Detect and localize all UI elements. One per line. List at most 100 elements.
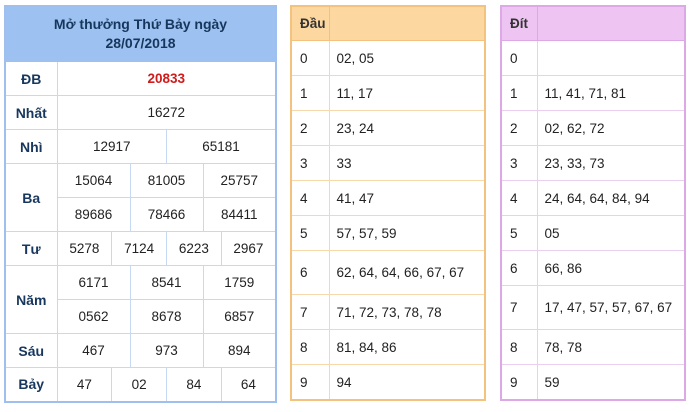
- prize-number: 2967: [220, 231, 277, 266]
- dit-values: 66, 86: [536, 250, 686, 286]
- prize-number: 894: [202, 333, 277, 368]
- dau-key: 3: [290, 145, 330, 181]
- dit-row: 4 24, 64, 64, 84, 94: [500, 180, 686, 216]
- dit-row: 2 02, 62, 72: [500, 110, 686, 146]
- dit-key: 5: [500, 215, 538, 251]
- dau-values: 94: [328, 364, 486, 401]
- prize-row-nam: Năm 6171 8541 1759: [4, 265, 277, 334]
- dit-values: 05: [536, 215, 686, 251]
- dit-row: 1 11, 41, 71, 81: [500, 75, 686, 111]
- results-header: Mở thưởng Thứ Bảy ngày 28/07/2018: [4, 5, 277, 62]
- prize-number: 16272: [56, 95, 277, 130]
- dau-key: 4: [290, 180, 330, 216]
- dau-key: 9: [290, 364, 330, 401]
- dit-values: 11, 41, 71, 81: [536, 75, 686, 111]
- prize-label: Năm: [4, 265, 58, 334]
- prize-number: 8541: [129, 265, 204, 300]
- dit-row: 9 59: [500, 364, 686, 401]
- dau-values: 33: [328, 145, 486, 181]
- dau-values: 11, 17: [328, 75, 486, 111]
- prize-row-nhi: Nhì 12917 65181: [4, 129, 277, 164]
- dit-header: Đít: [500, 5, 538, 41]
- dau-key: 0: [290, 40, 330, 76]
- prize-number: 6223: [166, 231, 222, 266]
- dit-row: 3 23, 33, 73: [500, 145, 686, 181]
- prize-number: 64: [220, 367, 277, 402]
- dau-row: 7 71, 72, 73, 78, 78: [290, 294, 486, 330]
- dau-row: 4 41, 47: [290, 180, 486, 216]
- dau-values: 23, 24: [328, 110, 486, 146]
- prize-number: 81005: [129, 163, 204, 198]
- dit-key: 2: [500, 110, 538, 146]
- dit-key: 0: [500, 40, 538, 76]
- dit-key: 3: [500, 145, 538, 181]
- prize-number: 0562: [56, 299, 131, 334]
- dit-values: 24, 64, 64, 84, 94: [536, 180, 686, 216]
- dau-row: 6 62, 64, 64, 66, 67, 67: [290, 250, 486, 295]
- prize-number: 6171: [56, 265, 131, 300]
- prize-label: ĐB: [4, 61, 58, 96]
- prize-number: 8678: [129, 299, 204, 334]
- prize-label: Nhì: [4, 129, 58, 164]
- prize-number: 25757: [202, 163, 277, 198]
- dau-row: 1 11, 17: [290, 75, 486, 111]
- prize-label: Ba: [4, 163, 58, 232]
- results-date: 28/07/2018: [105, 35, 176, 51]
- prize-row-nhat: Nhất 16272: [4, 95, 277, 130]
- dit-header-row: Đít: [500, 5, 686, 41]
- prize-row-tu: Tư 5278 7124 6223 2967: [4, 231, 277, 266]
- prize-row-bay: Bảy 47 02 84 64: [4, 367, 277, 402]
- dit-values: 78, 78: [536, 329, 686, 365]
- dau-row: 2 23, 24: [290, 110, 486, 146]
- prize-number: 5278: [56, 231, 113, 266]
- dit-row: 0: [500, 40, 686, 76]
- prize-number: 47: [56, 367, 113, 402]
- prize-label: Bảy: [4, 367, 58, 402]
- dau-key: 5: [290, 215, 330, 251]
- dau-values: 71, 72, 73, 78, 78: [328, 294, 486, 330]
- dau-values: 02, 05: [328, 40, 486, 76]
- dit-row: 8 78, 78: [500, 329, 686, 365]
- prize-number: 89686: [56, 197, 131, 232]
- dit-key: 9: [500, 364, 538, 401]
- dit-key: 1: [500, 75, 538, 111]
- dit-key: 8: [500, 329, 538, 365]
- dau-key: 8: [290, 329, 330, 365]
- prize-number: 6857: [202, 299, 277, 334]
- prize-number: 15064: [56, 163, 131, 198]
- dit-key: 7: [500, 285, 538, 330]
- prize-number: 1759: [202, 265, 277, 300]
- dit-header-empty: [536, 5, 686, 41]
- prize-number: 7124: [111, 231, 167, 266]
- dit-row: 5 05: [500, 215, 686, 251]
- results-title: Mở thưởng Thứ Bảy ngày 28/07/2018: [4, 5, 277, 62]
- dau-key: 1: [290, 75, 330, 111]
- dit-table: Đít 0 1 11, 41, 71, 81 2 02, 62, 72 3 23, 3…: [500, 5, 686, 401]
- dau-header: Đầu: [290, 5, 330, 41]
- prize-label: Sáu: [4, 333, 58, 368]
- prize-label: Tư: [4, 231, 58, 266]
- dau-values: 62, 64, 64, 66, 67, 67: [328, 250, 486, 295]
- dit-values: 17, 47, 57, 57, 67, 67: [536, 285, 686, 330]
- prize-row-sau: Sáu 467 973 894: [4, 333, 277, 368]
- dit-row: 7 17, 47, 57, 57, 67, 67: [500, 285, 686, 330]
- prize-row-ba: Ba 15064 81005 25757: [4, 163, 277, 232]
- dau-key: 7: [290, 294, 330, 330]
- prize-number: 65181: [166, 129, 277, 164]
- dau-values: 41, 47: [328, 180, 486, 216]
- special-prize-number: 20833: [56, 61, 277, 96]
- dau-row: 8 81, 84, 86: [290, 329, 486, 365]
- prize-number: 78466: [129, 197, 204, 232]
- dau-values: 81, 84, 86: [328, 329, 486, 365]
- dau-row: 0 02, 05: [290, 40, 486, 76]
- dit-values: 02, 62, 72: [536, 110, 686, 146]
- prize-number: 973: [129, 333, 204, 368]
- dau-row: 9 94: [290, 364, 486, 401]
- dau-row: 3 33: [290, 145, 486, 181]
- dau-key: 6: [290, 250, 330, 295]
- prize-number: 02: [111, 367, 167, 402]
- dau-table: Đầu 0 02, 05 1 11, 17 2 23, 24 3 33 4 41, 47 …: [290, 5, 486, 401]
- dau-values: 57, 57, 59: [328, 215, 486, 251]
- results-table: Mở thưởng Thứ Bảy ngày 28/07/2018 ĐB 208…: [4, 5, 277, 403]
- prize-number: 84: [166, 367, 222, 402]
